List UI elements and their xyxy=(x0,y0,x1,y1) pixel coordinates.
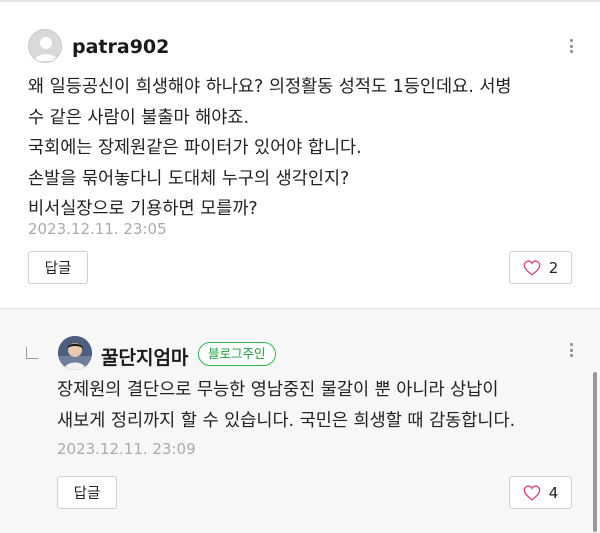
reply-line: 장제원의 결단으로 무능한 영남중진 물갈이 뿐 아니라 상납이 xyxy=(57,380,499,400)
reply-item: 꿀단지엄마 블로그주인 장제원의 결단으로 무능한 영남중진 물갈이 뿐 아니라… xyxy=(0,308,600,533)
blog-owner-badge: 블로그주인 xyxy=(198,342,276,366)
comment-line: 왜 일등공신이 희생해야 하나요? 의정활동 성적도 1등인데요. 서병 xyxy=(28,77,512,97)
reply-button[interactable]: 답글 xyxy=(28,251,88,284)
author-avatar[interactable] xyxy=(58,336,92,370)
comment-author[interactable]: patra902 xyxy=(72,36,169,58)
like-button[interactable]: 4 xyxy=(509,476,572,509)
reply-author[interactable]: 꿀단지엄마 xyxy=(101,343,188,370)
default-avatar-icon[interactable] xyxy=(28,29,62,63)
like-count: 2 xyxy=(548,258,559,277)
comment-date: 2023.12.11. 23:05 xyxy=(28,220,167,238)
reply-button[interactable]: 답글 xyxy=(57,476,117,509)
comment-line: 수 같은 사람이 불출마 해야죠. xyxy=(28,107,250,128)
scrollbar[interactable] xyxy=(593,372,597,532)
heart-icon xyxy=(523,259,541,276)
reply-arrow-icon xyxy=(26,347,38,359)
comment-line: 손발을 묶어놓다니 도대체 누구의 생각인지? xyxy=(28,168,350,189)
comment-item: patra902 왜 일등공신이 희생해야 하나요? 의정활동 성적도 1등인데… xyxy=(0,2,600,307)
more-vertical-icon[interactable] xyxy=(564,339,578,361)
more-vertical-icon[interactable] xyxy=(564,35,578,57)
reply-date: 2023.12.11. 23:09 xyxy=(57,440,196,458)
comment-body: 왜 일등공신이 희생해야 하나요? 의정활동 성적도 1등인데요. 서병 수 같… xyxy=(28,72,512,225)
reply-line: 새보게 정리까지 할 수 있습니다. 국민은 희생할 때 감동합니다. xyxy=(57,410,516,431)
like-button[interactable]: 2 xyxy=(509,251,572,284)
comment-line: 국회에는 장제원같은 파이터가 있어야 합니다. xyxy=(28,138,362,158)
reply-body: 장제원의 결단으로 무능한 영남중진 물갈이 뿐 아니라 상납이 새보게 정리까… xyxy=(57,375,515,436)
like-count: 4 xyxy=(548,483,559,502)
heart-icon xyxy=(523,484,541,501)
